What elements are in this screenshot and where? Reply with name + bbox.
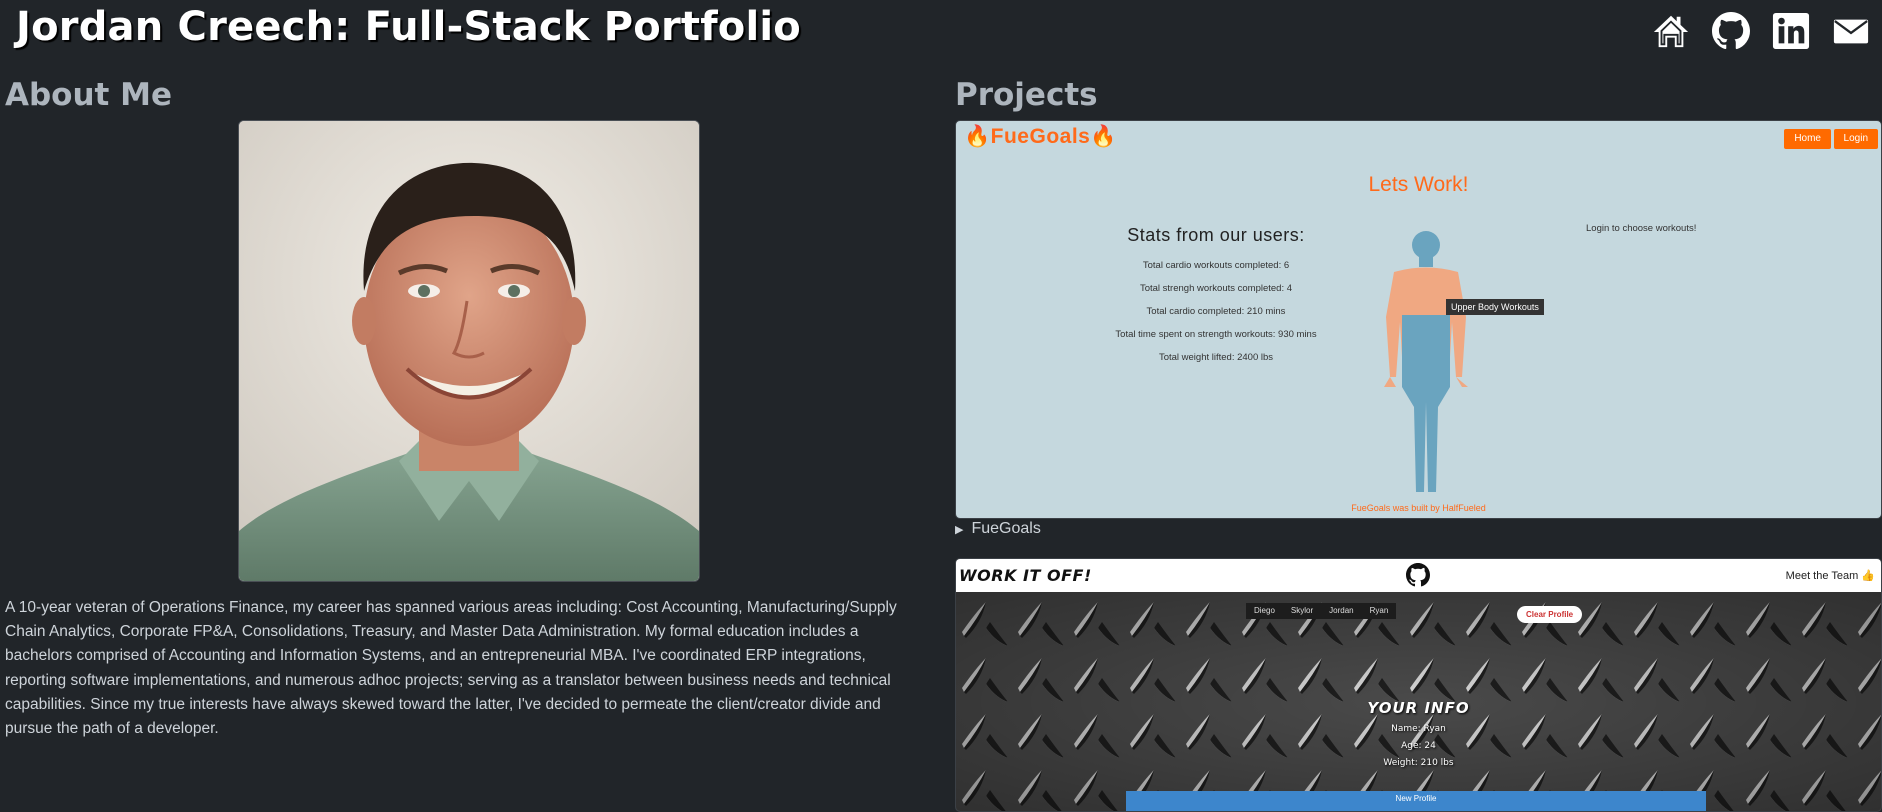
fuegoals-stat: Total weight lifted: 2400 lbs xyxy=(1158,352,1274,363)
disclosure-triangle-icon: ▶ xyxy=(955,524,964,536)
linkedin-link[interactable] xyxy=(1772,12,1810,50)
fuegoals-stat: Total time spent on strength workouts: 9… xyxy=(1115,329,1317,340)
workitoff-info-title: YOUR INFO xyxy=(1367,699,1470,717)
workitoff-new-profile-button: New Profile xyxy=(1126,791,1706,811)
github-link[interactable] xyxy=(1712,12,1750,50)
fuegoals-tooltip: Upper Body Workouts xyxy=(1446,299,1544,315)
linkedin-icon xyxy=(1772,12,1810,50)
workitoff-age-line: Age: 24 xyxy=(1401,741,1436,751)
workitoff-team-link: Meet the Team 👍 xyxy=(1785,570,1875,582)
workitoff-name-line: Name: Ryan xyxy=(1391,724,1446,734)
about-text: A 10-year veteran of Operations Finance,… xyxy=(5,599,897,738)
fuegoals-headline: Lets Work! xyxy=(1368,173,1469,196)
fuegoals-stats: Stats from our users: Total cardio worko… xyxy=(1066,225,1366,369)
project-title: FueGoals xyxy=(971,520,1041,537)
body-figure-icon xyxy=(1384,231,1468,492)
github-icon xyxy=(1406,563,1430,587)
fuegoals-login-note: Login to choose workouts! xyxy=(1586,223,1697,234)
fuegoals-login-button: Login xyxy=(1833,129,1878,149)
github-icon xyxy=(1712,12,1750,50)
fuegoals-stat: Total cardio completed: 210 mins xyxy=(1146,306,1286,317)
workitoff-logo: WORK IT OFF! xyxy=(959,566,1092,585)
workitoff-screenshot[interactable]: WORK IT OFF! Meet the Team 👍 Diego Skylo… xyxy=(955,558,1882,812)
fuegoals-stats-title: Stats from our users: xyxy=(1127,225,1305,245)
fuegoals-stat: Total strengh workouts completed: 4 xyxy=(1139,283,1293,294)
home-icon xyxy=(1653,15,1689,48)
about-heading: About Me xyxy=(5,77,173,113)
name-tab: Ryan xyxy=(1369,606,1389,615)
site-title: Jordan Creech: Full-Stack Portfolio xyxy=(16,4,801,50)
fuegoals-logo: 🔥FueGoals🔥 xyxy=(964,125,1118,148)
project-summary-fuegoals[interactable]: ▶ FueGoals xyxy=(955,520,1041,538)
name-tab: Diego xyxy=(1254,606,1275,615)
mail-icon xyxy=(1833,19,1869,44)
workitoff-info: YOUR INFO Name: Ryan Age: 24 Weight: 210… xyxy=(956,699,1881,768)
workitoff-clear-profile: Clear Profile xyxy=(1517,606,1583,623)
fuegoals-stat: Total cardio workouts completed: 6 xyxy=(1142,260,1290,271)
name-tab: Skylor xyxy=(1290,606,1314,615)
workitoff-name-tabs: Diego Skylor Jordan Ryan xyxy=(1246,603,1397,619)
social-nav xyxy=(1652,12,1870,50)
fuegoals-home-button: Home xyxy=(1784,129,1831,149)
mail-link[interactable] xyxy=(1832,12,1870,50)
home-link[interactable] xyxy=(1652,12,1690,50)
fuegoals-screenshot[interactable]: 🔥FueGoals🔥 Home Login Lets Work! Stats f… xyxy=(955,120,1882,519)
workitoff-weight-line: Weight: 210 lbs xyxy=(1383,758,1454,768)
name-tab: Jordan xyxy=(1329,606,1354,615)
profile-photo xyxy=(238,120,700,582)
projects-heading: Projects xyxy=(955,77,1098,113)
fuegoals-footer: FueGoals was built by HalfFueled xyxy=(1351,503,1486,513)
